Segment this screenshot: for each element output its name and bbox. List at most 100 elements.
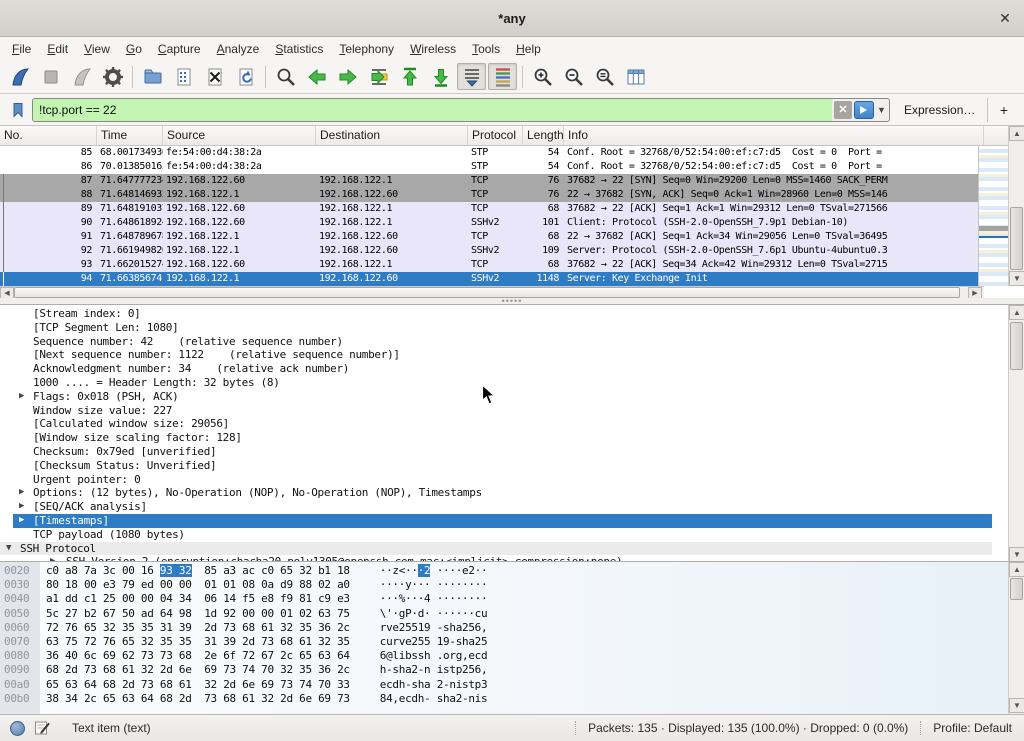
capture-options-button[interactable] bbox=[98, 63, 127, 90]
column-header-length[interactable]: Length bbox=[523, 126, 564, 145]
expression-button[interactable]: Expression… bbox=[904, 103, 975, 117]
menu-file[interactable]: File bbox=[4, 39, 39, 59]
scroll-down-icon[interactable]: ▼ bbox=[1009, 271, 1024, 286]
packet-row-90[interactable]: 9071.648618924192.168.122.60192.168.122.… bbox=[0, 216, 978, 230]
detail-line[interactable]: TCP payload (1080 bytes) bbox=[0, 528, 1008, 542]
scroll-up-icon[interactable]: ▲ bbox=[1009, 562, 1024, 577]
detail-line[interactable]: Urgent pointer: 0 bbox=[0, 473, 1008, 487]
expand-icon[interactable]: ▶ bbox=[19, 390, 24, 404]
packet-row-91[interactable]: 9171.648789678192.168.122.1192.168.122.6… bbox=[0, 230, 978, 244]
filter-history-dropdown[interactable]: ▼ bbox=[874, 99, 889, 121]
expand-icon[interactable]: ▶ bbox=[19, 486, 24, 500]
expand-icon[interactable]: ▶ bbox=[50, 555, 55, 562]
detail-line[interactable]: Window size value: 227 bbox=[0, 404, 1008, 418]
reload-file-button[interactable] bbox=[231, 63, 260, 90]
scroll-down-icon[interactable]: ▼ bbox=[1009, 547, 1024, 562]
filter-clear-button[interactable]: ✕ bbox=[834, 101, 852, 119]
zoom-out-button[interactable] bbox=[559, 63, 588, 90]
restart-capture-button[interactable] bbox=[67, 63, 96, 90]
menu-go[interactable]: Go bbox=[118, 39, 150, 59]
menu-view[interactable]: View bbox=[76, 39, 118, 59]
detail-line[interactable]: [TCP Segment Len: 1080] bbox=[0, 321, 1008, 335]
bytes-vscrollbar[interactable]: ▲ ▼ bbox=[1008, 562, 1024, 714]
column-header-destination[interactable]: Destination bbox=[316, 126, 468, 145]
start-capture-button[interactable] bbox=[5, 63, 34, 90]
packet-list-minimap[interactable] bbox=[978, 146, 1008, 286]
zoom-in-button[interactable] bbox=[528, 63, 557, 90]
menu-capture[interactable]: Capture bbox=[150, 39, 209, 59]
expand-icon[interactable]: ▶ bbox=[19, 514, 24, 528]
go-to-packet-button[interactable] bbox=[364, 63, 393, 90]
scrollbar-thumb[interactable] bbox=[14, 287, 960, 298]
detail-line[interactable]: Acknowledgment number: 34 (relative ack … bbox=[0, 362, 1008, 376]
menu-edit[interactable]: Edit bbox=[39, 39, 76, 59]
close-file-button[interactable] bbox=[200, 63, 229, 90]
add-filter-button[interactable]: + bbox=[987, 98, 1018, 122]
packet-list-hscrollbar[interactable]: ◀ ▶ bbox=[0, 286, 984, 298]
hex-row-0040[interactable]: 0040a1 dd c1 25 00 00 04 34 06 14 f5 e8 … bbox=[0, 592, 1008, 606]
scroll-up-icon[interactable]: ▲ bbox=[1009, 126, 1024, 141]
colorize-button[interactable] bbox=[488, 63, 517, 90]
menu-wireless[interactable]: Wireless bbox=[402, 39, 464, 59]
save-file-button[interactable] bbox=[169, 63, 198, 90]
stop-capture-button[interactable] bbox=[36, 63, 65, 90]
hex-row-0020[interactable]: 0020c0 a8 7a 3c 00 16 93 32 85 a3 ac c0 … bbox=[0, 564, 1008, 578]
column-header-protocol[interactable]: Protocol bbox=[468, 126, 523, 145]
scroll-up-icon[interactable]: ▲ bbox=[1009, 305, 1024, 320]
packet-row-94[interactable]: 9471.663856741192.168.122.1192.168.122.6… bbox=[0, 272, 978, 286]
auto-scroll-button[interactable] bbox=[457, 63, 486, 90]
menu-analyze[interactable]: Analyze bbox=[209, 39, 268, 59]
hex-row-0080[interactable]: 008036 40 6c 69 62 73 73 68 2e 6f 72 67 … bbox=[0, 649, 1008, 663]
detail-line[interactable]: ▶Options: (12 bytes), No-Operation (NOP)… bbox=[0, 486, 1008, 500]
scrollbar-thumb[interactable] bbox=[1010, 322, 1023, 370]
packet-row-86[interactable]: 8670.013850163fe:54:00:d4:38:2aSTP54Conf… bbox=[0, 160, 978, 174]
detail-line[interactable]: Sequence number: 42 (relative sequence n… bbox=[0, 335, 1008, 349]
close-icon[interactable]: ✕ bbox=[996, 9, 1014, 27]
hex-row-0050[interactable]: 00505c 27 b2 67 50 ad 64 98 1d 92 00 00 … bbox=[0, 607, 1008, 621]
packet-row-85[interactable]: 8568.001734936fe:54:00:d4:38:2aSTP54Conf… bbox=[0, 146, 978, 160]
profile-status[interactable]: Profile: Default bbox=[920, 721, 1024, 735]
open-file-button[interactable] bbox=[138, 63, 167, 90]
detail-line[interactable]: [Next sequence number: 1122 (relative se… bbox=[0, 348, 1008, 362]
menu-telephony[interactable]: Telephony bbox=[331, 39, 402, 59]
filter-input[interactable]: !tcp.port == 22 bbox=[33, 99, 832, 121]
detail-line[interactable]: [Checksum Status: Unverified] bbox=[0, 459, 1008, 473]
packet-row-89[interactable]: 8971.648191037192.168.122.60192.168.122.… bbox=[0, 202, 978, 216]
hex-row-0030[interactable]: 003080 18 00 e3 79 ed 00 00 01 01 08 0a … bbox=[0, 578, 1008, 592]
hex-row-0060[interactable]: 006072 76 65 32 35 35 31 39 2d 73 68 61 … bbox=[0, 621, 1008, 635]
scrollbar-thumb[interactable] bbox=[1010, 578, 1023, 600]
go-forward-button[interactable] bbox=[333, 63, 362, 90]
detail-line[interactable]: ▶SSH Version 2 (encryption:chacha20-poly… bbox=[0, 555, 1008, 562]
detail-line[interactable]: [Calculated window size: 29056] bbox=[0, 417, 1008, 431]
hex-row-0070[interactable]: 007063 75 72 76 65 32 35 35 31 39 2d 73 … bbox=[0, 635, 1008, 649]
detail-line[interactable]: ▶[Timestamps] bbox=[0, 514, 1008, 528]
packet-row-92[interactable]: 9271.661949820192.168.122.1192.168.122.6… bbox=[0, 244, 978, 258]
go-to-bottom-button[interactable] bbox=[426, 63, 455, 90]
detail-line[interactable]: Checksum: 0x79ed [unverified] bbox=[0, 445, 1008, 459]
packet-row-88[interactable]: 8871.648146932192.168.122.1192.168.122.6… bbox=[0, 188, 978, 202]
zoom-100-button[interactable] bbox=[590, 63, 619, 90]
menu-help[interactable]: Help bbox=[508, 39, 549, 59]
detail-line[interactable]: [Stream index: 0] bbox=[0, 307, 1008, 321]
hex-row-00b0[interactable]: 00b038 34 2c 65 63 64 68 2d 73 68 61 32 … bbox=[0, 692, 1008, 706]
hex-row-0090[interactable]: 009068 2d 73 68 61 32 2d 6e 69 73 74 70 … bbox=[0, 663, 1008, 677]
go-back-button[interactable] bbox=[302, 63, 331, 90]
menu-statistics[interactable]: Statistics bbox=[267, 39, 331, 59]
detail-line[interactable]: ▶Flags: 0x018 (PSH, ACK) bbox=[0, 390, 1008, 404]
scroll-down-icon[interactable]: ▼ bbox=[1009, 698, 1024, 713]
packet-list-vscrollbar[interactable]: ▲ ▼ bbox=[1008, 126, 1024, 286]
expand-icon[interactable]: ▶ bbox=[19, 500, 24, 514]
column-header-info[interactable]: Info bbox=[564, 126, 984, 145]
detail-line[interactable]: ▼SSH Protocol bbox=[0, 542, 1008, 556]
resize-columns-button[interactable] bbox=[621, 63, 650, 90]
detail-line[interactable]: 1000 .... = Header Length: 32 bytes (8) bbox=[0, 376, 1008, 390]
packet-row-93[interactable]: 9371.662015274192.168.122.60192.168.122.… bbox=[0, 258, 978, 272]
title-bar[interactable]: *any ✕ bbox=[0, 0, 1024, 37]
packet-row-87[interactable]: 8771.647777234192.168.122.60192.168.122.… bbox=[0, 174, 978, 188]
filter-apply-button[interactable] bbox=[854, 101, 874, 119]
scrollbar-thumb[interactable] bbox=[1010, 207, 1023, 270]
collapse-icon[interactable]: ▼ bbox=[6, 542, 11, 556]
column-header-no[interactable]: No. bbox=[0, 126, 97, 145]
hex-row-00a0[interactable]: 00a065 63 64 68 2d 73 68 61 32 2d 6e 69 … bbox=[0, 678, 1008, 692]
detail-line[interactable]: ▶[SEQ/ACK analysis] bbox=[0, 500, 1008, 514]
